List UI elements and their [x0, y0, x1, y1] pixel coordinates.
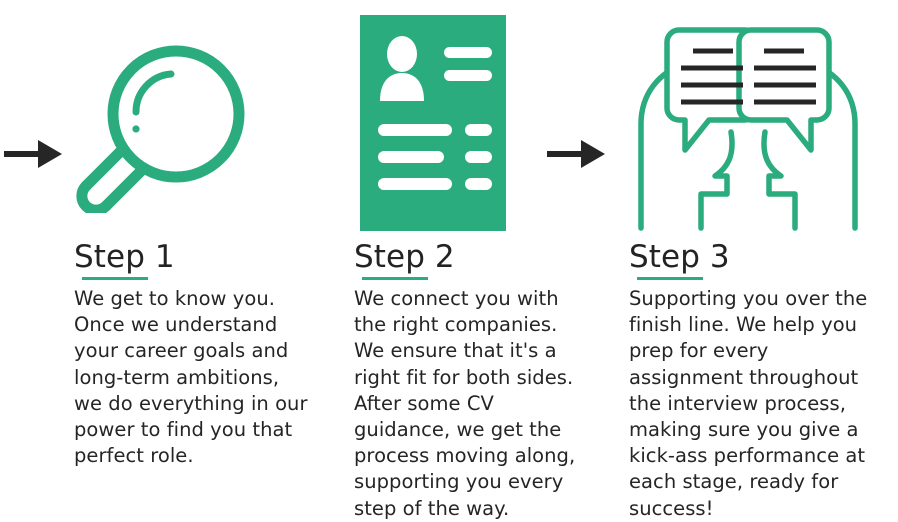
arrow-step2-to-step3: [543, 132, 613, 176]
step-1-body: We get to know you. Once we understand y…: [74, 287, 308, 468]
step-2-title: Step 2: [340, 239, 590, 280]
step-2-title-underline: [362, 277, 428, 280]
two-people-talking-icon: [623, 16, 873, 231]
step-3-title-text: Step 3: [629, 239, 730, 275]
infographic-canvas: Step 1 We get to know you. Once we under…: [0, 0, 898, 520]
step-1-title: Step 1: [60, 239, 310, 280]
step-1-title-text: Step 1: [74, 239, 175, 275]
step-3-body: Supporting you over the finish line. We …: [629, 287, 868, 520]
step-2-title-text: Step 2: [354, 239, 455, 275]
magnifying-glass-icon: [66, 38, 246, 213]
arrow-step1-to-step2: [0, 132, 70, 176]
step-1-title-underline: [82, 277, 148, 280]
cv-document-icon: [360, 15, 510, 235]
step-column-3: Step 3 Supporting you over the finish li…: [615, 0, 880, 520]
step-3-title-underline: [637, 277, 703, 280]
step-column-1: Step 1 We get to know you. Once we under…: [60, 0, 310, 504]
step-1-icon-area: [60, 0, 310, 240]
step-3-icon-area: [615, 0, 880, 240]
step-2-icon-area: [340, 0, 590, 240]
step-2-body: We connect you with the right companies.…: [354, 287, 576, 520]
step-column-2: Step 2 We connect you with the right com…: [340, 0, 590, 520]
step-3-title: Step 3: [615, 239, 880, 280]
